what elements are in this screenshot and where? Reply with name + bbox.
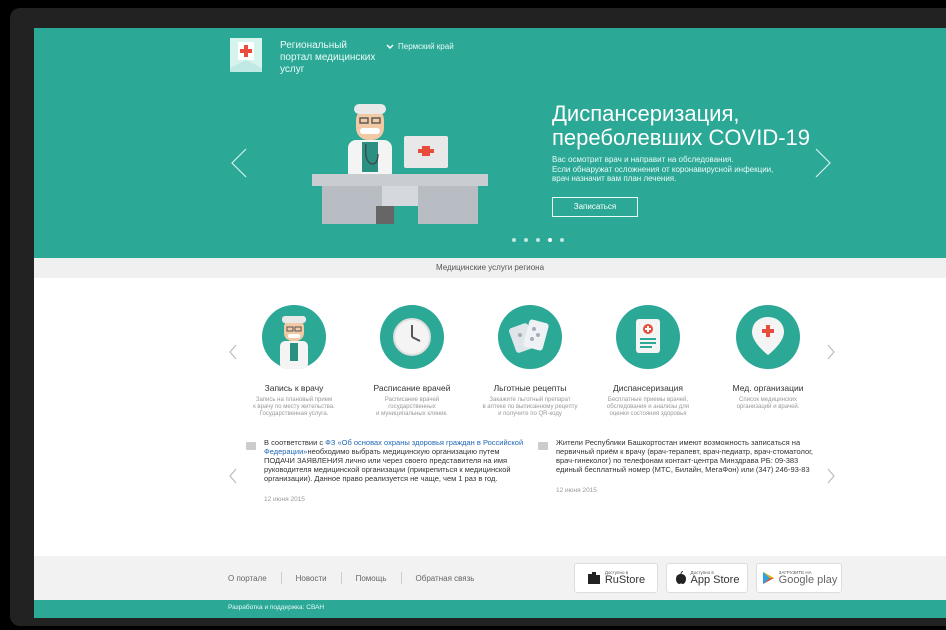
google-play-icon bbox=[762, 572, 774, 584]
news-prev-chevron-icon[interactable] bbox=[228, 468, 238, 484]
apple-icon bbox=[675, 571, 686, 584]
chevron-down-icon bbox=[386, 43, 394, 49]
footer-link-news[interactable]: Новости bbox=[296, 574, 327, 583]
footer-link-feedback[interactable]: Обратная связь bbox=[416, 574, 475, 583]
carousel-dot[interactable] bbox=[536, 238, 540, 242]
doctor-at-desk-illustration bbox=[312, 104, 488, 224]
store-name: Google play bbox=[778, 574, 838, 586]
store-name: RuStore bbox=[604, 574, 646, 586]
service-title: Мед. организации bbox=[732, 383, 804, 393]
portal-title[interactable]: Региональный портал медицинских услуг bbox=[280, 40, 380, 76]
credits-bar: Разработка и поддержка: СВАН bbox=[34, 600, 946, 618]
hero-title: Диспансеризация, переболевших COVID-19 bbox=[552, 101, 811, 150]
clock-icon bbox=[380, 305, 444, 369]
carousel-dots bbox=[512, 238, 564, 242]
carousel-dot[interactable] bbox=[548, 238, 552, 242]
news-date: 12 июня 2015 bbox=[556, 487, 597, 494]
rustore-button[interactable]: Доступно в RuStore bbox=[574, 563, 658, 593]
service-description: Расписание врачей государственных и муни… bbox=[376, 397, 448, 417]
service-organizations[interactable]: Мед. организации Список медицинских орга… bbox=[708, 305, 828, 411]
comment-icon bbox=[246, 442, 256, 450]
news-item: Жители Республики Башкортостан имеют воз… bbox=[556, 438, 816, 495]
clipboard-icon bbox=[616, 305, 680, 369]
footer-link-help[interactable]: Помощь bbox=[356, 574, 387, 583]
news-text: Жители Республики Башкортостан имеют воз… bbox=[556, 438, 814, 474]
news-date: 12 июня 2015 bbox=[264, 496, 305, 503]
region-selector[interactable]: Пермский край bbox=[386, 42, 454, 51]
region-label: Пермский край bbox=[398, 42, 454, 51]
comment-icon bbox=[538, 442, 548, 450]
hero-description: Вас осмотрит врач и направит на обследов… bbox=[552, 155, 774, 183]
carousel-dot[interactable] bbox=[512, 238, 516, 242]
rustore-icon bbox=[587, 572, 600, 584]
signup-button[interactable]: Записаться bbox=[552, 197, 638, 217]
doctor-icon bbox=[262, 305, 326, 369]
service-description: Запись на плановый прием к врачу по мест… bbox=[253, 397, 335, 417]
hero-banner: Диспансеризация, переболевших COVID-19 В… bbox=[34, 80, 946, 258]
credits-text[interactable]: Разработка и поддержка: СВАН bbox=[228, 604, 324, 611]
divider bbox=[280, 572, 282, 584]
services-section-title: Медицинские услуги региона bbox=[34, 258, 946, 278]
map-pin-icon bbox=[736, 305, 800, 369]
service-description: Закажите льготный препарат в аптеке по в… bbox=[482, 397, 578, 417]
service-appointment[interactable]: Запись к врачу Запись на плановый прием … bbox=[234, 305, 354, 418]
service-title: Льготные рецепты bbox=[493, 383, 567, 393]
carousel-dot[interactable] bbox=[560, 238, 564, 242]
service-description: Список медицинских организаций и врачей. bbox=[736, 397, 800, 410]
app-store-button[interactable]: Доступно в App Store bbox=[666, 563, 748, 593]
service-title: Запись к врачу bbox=[264, 383, 324, 393]
service-description: Бесплатные приемы врачей, обследования и… bbox=[606, 397, 690, 417]
hero-prev-arrow-icon[interactable] bbox=[230, 148, 248, 178]
news-next-chevron-icon[interactable] bbox=[826, 468, 836, 484]
news-item: В соответствии с ФЗ «Об основах охраны з… bbox=[264, 438, 524, 504]
site-footer: О портале Новости Помощь Обратная связь … bbox=[34, 556, 946, 600]
divider bbox=[340, 572, 342, 584]
browser-viewport: Региональный портал медицинских услуг Пе… bbox=[34, 28, 946, 618]
service-title: Диспансеризация bbox=[612, 383, 684, 393]
service-title: Расписание врачей bbox=[373, 383, 451, 393]
service-prescriptions[interactable]: Льготные рецепты Закажите льготный препа… bbox=[470, 305, 590, 418]
divider bbox=[400, 572, 402, 584]
service-dispensarization[interactable]: Диспансеризация Бесплатные приемы врачей… bbox=[588, 305, 708, 418]
news-prefix: В соответствии с bbox=[264, 438, 326, 447]
store-name: App Store bbox=[690, 574, 740, 586]
portal-logo[interactable] bbox=[228, 36, 264, 72]
pills-icon bbox=[498, 305, 562, 369]
google-play-button[interactable]: ЗАГРУЗИТЕ НА Google play bbox=[756, 563, 842, 593]
footer-nav: О портале Новости Помощь Обратная связь bbox=[228, 572, 474, 584]
footer-link-about[interactable]: О портале bbox=[228, 574, 267, 583]
carousel-dot[interactable] bbox=[524, 238, 528, 242]
service-schedule[interactable]: Расписание врачей Расписание врачей госу… bbox=[352, 305, 472, 418]
services-section: Запись к врачу Запись на плановый прием … bbox=[34, 278, 946, 443]
site-header: Региональный портал медицинских услуг Пе… bbox=[34, 28, 946, 80]
